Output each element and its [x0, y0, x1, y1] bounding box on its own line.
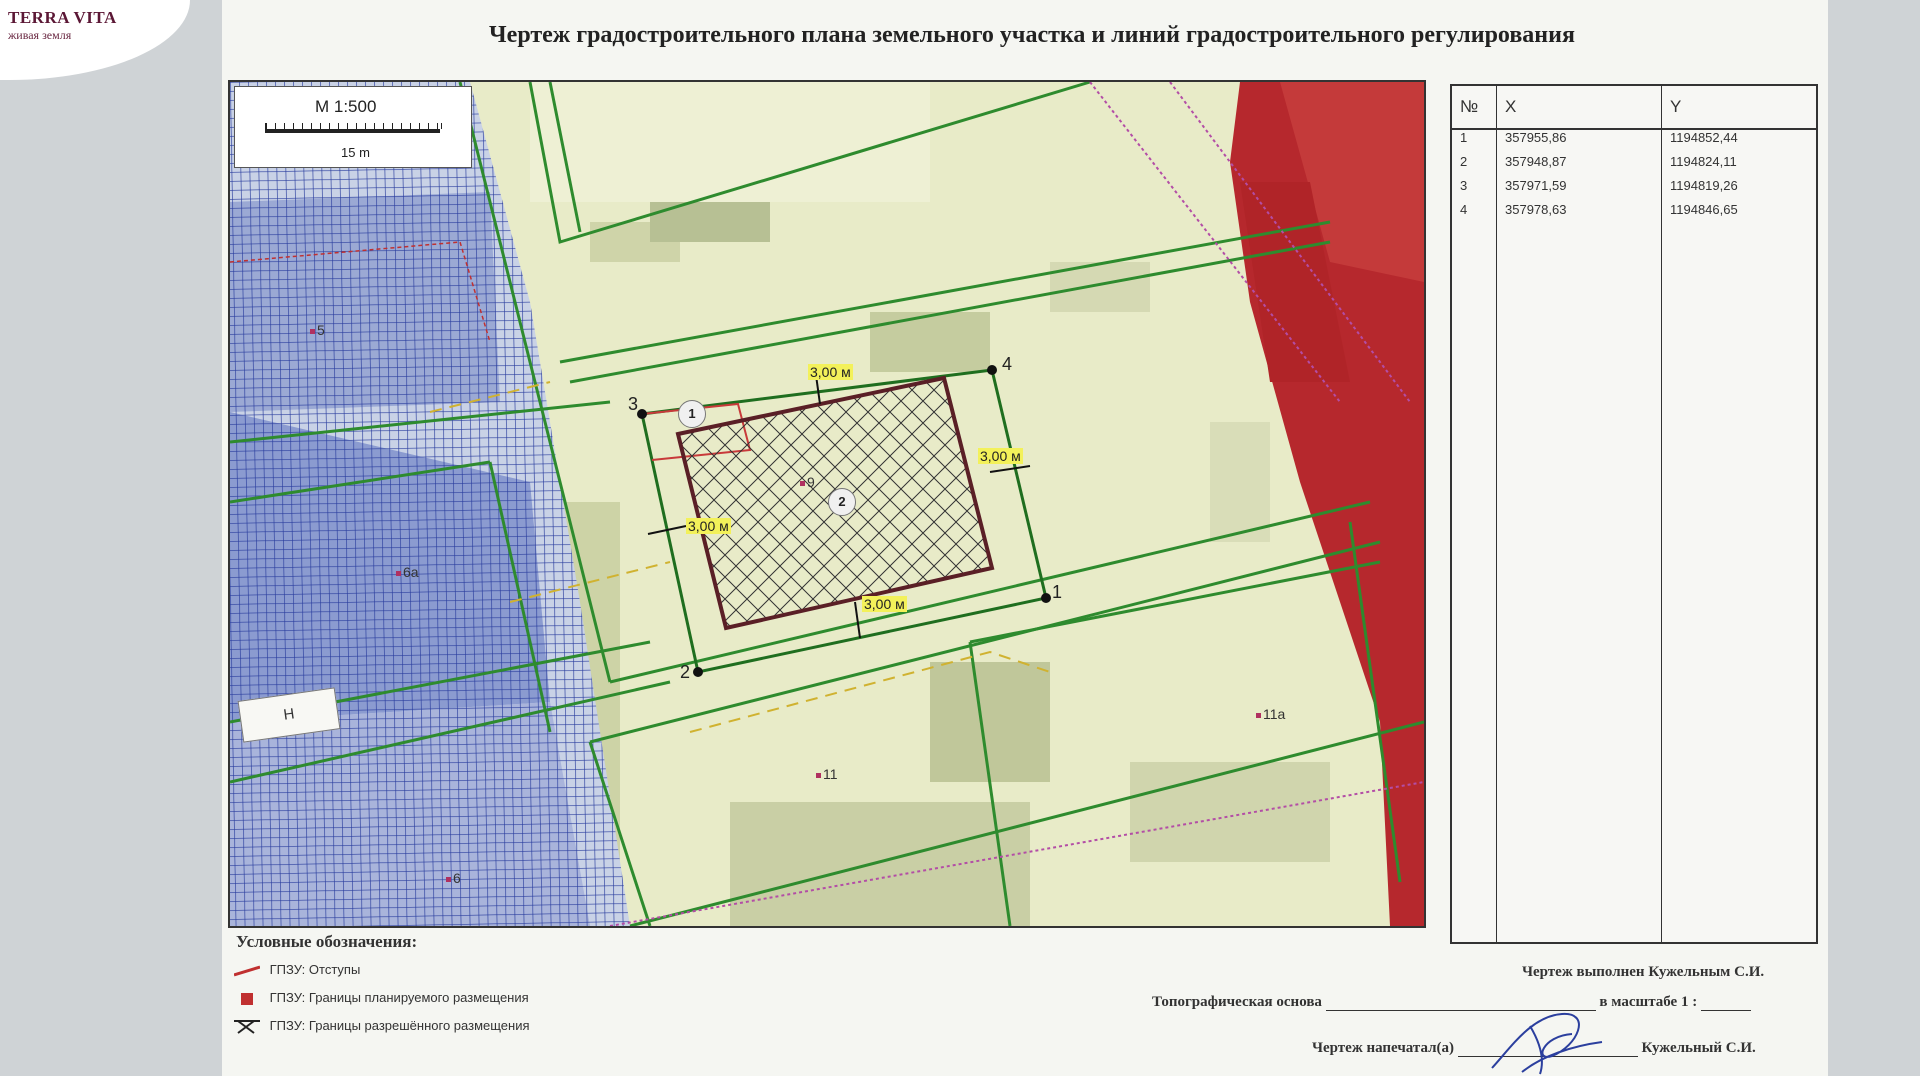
coord-y: 1194819,26: [1661, 178, 1816, 202]
logo-tagline: живая земля: [8, 28, 72, 42]
scale-line: [265, 129, 440, 133]
legend-label: ГПЗУ: Отступы: [269, 962, 361, 977]
setback-label-right: 3,00 м: [978, 448, 1023, 464]
scale-ratio: М 1:500: [315, 97, 377, 116]
legend-item-allowed: ГПЗУ: Границы разрешённого размещения: [234, 1018, 530, 1035]
legend-item-planned: ГПЗУ: Границы планируемого размещения: [234, 990, 529, 1005]
legend-item-setbacks: ГПЗУ: Отступы: [234, 962, 360, 977]
coordinates-table: № X Y 1 357955,86 1194852,44 2 357948,87…: [1450, 84, 1818, 944]
red-square-icon: [241, 992, 253, 1005]
coord-num: 1: [1460, 130, 1468, 145]
printed-name: Кужельный С.И.: [1641, 1040, 1756, 1056]
parcel-6: 6: [446, 870, 461, 886]
table-row: 4 357978,63 1194846,65: [1452, 202, 1816, 226]
red-line-icon: [234, 965, 260, 976]
coord-header-y: Y: [1661, 86, 1816, 130]
coord-y: 1194846,65: [1661, 202, 1816, 226]
parcel-9: 9: [800, 474, 815, 490]
coord-x: 357971,59: [1496, 178, 1662, 202]
zone-marker-1: 1: [678, 400, 706, 428]
scale-bar: М 1:500 15 m: [234, 86, 472, 168]
topographic-base: Топографическая основа в масштабе 1 :: [1152, 994, 1751, 1011]
point-1-marker: [1041, 593, 1051, 603]
table-row: 3 357971,59 1194819,26: [1452, 178, 1816, 202]
site-plan-map: М 1:500 15 m 3 4 1 2 1 2 3,00 м 3,00 м 3…: [228, 80, 1426, 928]
cross-hatch-icon: [234, 1019, 260, 1034]
scale-label: в масштабе 1 :: [1599, 994, 1698, 1010]
printed-label: Чертеж напечатал(а): [1312, 1040, 1454, 1056]
table-row: 2 357948,87 1194824,11: [1452, 154, 1816, 178]
point-2-marker: [693, 667, 703, 677]
drawn-by: Чертеж выполнен Кужельным С.И.: [1522, 964, 1765, 980]
point-label-1: 1: [1052, 582, 1063, 602]
scale-length: 15 m: [341, 145, 370, 160]
point-3-marker: [637, 409, 647, 419]
coord-num: 4: [1460, 202, 1468, 217]
scale-blank: [1700, 1010, 1751, 1011]
coord-y: 1194824,11: [1661, 154, 1816, 178]
legend-title: Условные обозначения:: [236, 932, 418, 951]
zone-marker-2: 2: [828, 488, 856, 516]
point-4-marker: [987, 365, 997, 375]
setback-label-bottom: 3,00 м: [862, 596, 907, 612]
point-label-3: 3: [628, 394, 639, 414]
coord-x: 357978,63: [1496, 202, 1662, 226]
coord-header-x: X: [1496, 86, 1662, 130]
point-label-2: 2: [680, 662, 691, 682]
document-title: Чертеж градостроительного плана земельно…: [489, 22, 1575, 48]
table-row: 1 357955,86 1194852,44: [1452, 129, 1816, 154]
coord-num: 2: [1460, 154, 1468, 169]
legend-label: ГПЗУ: Границы планируемого размещения: [269, 990, 529, 1005]
coord-x: 357948,87: [1496, 154, 1662, 178]
coord-y: 1194852,44: [1661, 129, 1816, 154]
point-label-4: 4: [1002, 354, 1013, 374]
logo-title: TERRA VITA: [8, 8, 117, 27]
topo-label: Топографическая основа: [1152, 994, 1322, 1010]
parcel-6a: 6а: [396, 564, 419, 580]
parcel-5: 5: [310, 322, 325, 338]
setback-label-top: 3,00 м: [808, 364, 853, 380]
coord-x: 357955,86: [1496, 129, 1662, 154]
coord-num: 3: [1460, 178, 1468, 193]
parcel-11: 11: [816, 766, 838, 782]
legend-label: ГПЗУ: Границы разрешённого размещения: [269, 1018, 530, 1033]
setback-label-left: 3,00 м: [686, 518, 731, 534]
map-drawing: [230, 82, 1424, 926]
parcel-11a: 11а: [1256, 706, 1285, 722]
table-filler-row: [1452, 226, 1816, 942]
coord-header-number: №: [1452, 86, 1497, 130]
plan-sheet: Чертеж градостроительного плана земельно…: [222, 0, 1828, 1076]
signature-icon: [1491, 1012, 1603, 1075]
